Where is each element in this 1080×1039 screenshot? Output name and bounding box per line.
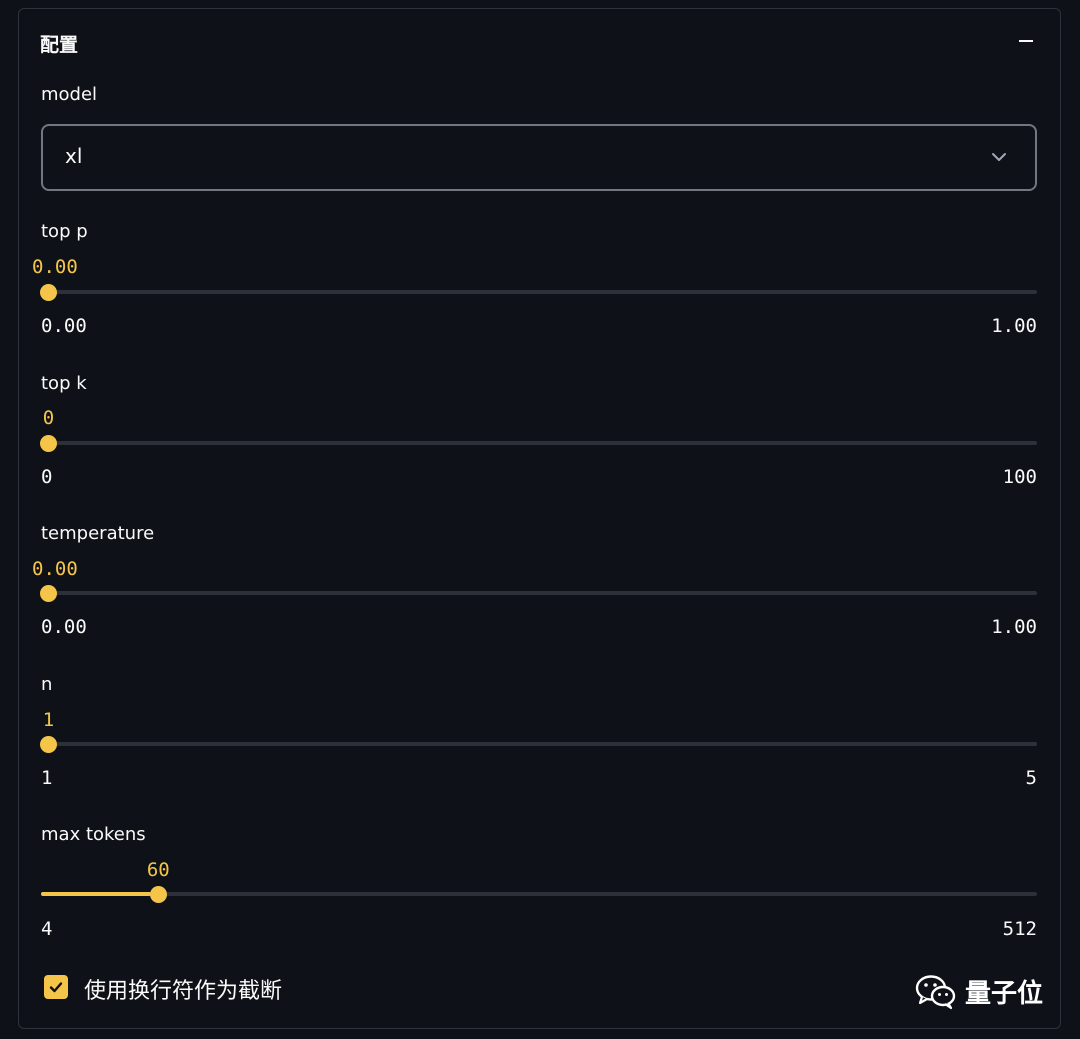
top-p-thumb[interactable] <box>40 283 57 301</box>
top-p-value: 0.00 <box>32 256 78 278</box>
temperature-min: 0.00 <box>41 616 87 638</box>
chevron-down-icon <box>992 153 1006 161</box>
n-label: n <box>41 674 53 695</box>
max-tokens-max: 512 <box>1002 918 1037 940</box>
truncate-checkbox-label[interactable]: 使用换行符作为截断 <box>84 973 282 1005</box>
temperature-slider[interactable] <box>40 584 1037 602</box>
max-tokens-fill <box>41 892 151 896</box>
temperature-value: 0.00 <box>32 558 78 580</box>
top-p-label: top p <box>41 221 88 242</box>
top-p-min: 0.00 <box>41 315 87 337</box>
panel-title: 配置 <box>40 34 79 56</box>
truncate-checkbox[interactable] <box>44 975 68 999</box>
top-k-label: top k <box>41 373 87 394</box>
watermark-text: 量子位 <box>965 979 1044 1009</box>
top-p-slider[interactable] <box>40 283 1037 301</box>
temperature-max: 1.00 <box>991 616 1037 638</box>
n-max: 5 <box>1025 767 1037 789</box>
watermark: 量子位 <box>915 973 1043 1010</box>
max-tokens-label: max tokens <box>41 824 146 845</box>
model-label: model <box>41 84 98 105</box>
temperature-thumb[interactable] <box>40 584 57 602</box>
wechat-icon <box>915 974 956 1009</box>
n-value: 1 <box>42 709 55 731</box>
max-tokens-thumb[interactable] <box>149 885 167 903</box>
top-k-value: 0 <box>42 407 55 429</box>
checkmark-icon <box>49 982 63 993</box>
max-tokens-value: 60 <box>146 859 170 881</box>
n-thumb[interactable] <box>40 735 57 753</box>
top-k-thumb[interactable] <box>40 434 57 452</box>
top-k-max: 100 <box>1002 466 1037 488</box>
model-select-value: xl <box>65 144 83 168</box>
max-tokens-min: 4 <box>41 918 53 940</box>
collapse-button[interactable] <box>1012 26 1040 56</box>
n-min: 1 <box>41 767 53 789</box>
top-p-max: 1.00 <box>991 315 1037 337</box>
model-select[interactable]: xl <box>41 124 1037 191</box>
max-tokens-slider[interactable] <box>41 885 1037 903</box>
minus-icon <box>1019 40 1033 42</box>
top-k-slider[interactable] <box>40 434 1037 452</box>
top-k-min: 0 <box>41 466 53 488</box>
n-slider[interactable] <box>40 735 1037 753</box>
temperature-label: temperature <box>41 523 155 544</box>
